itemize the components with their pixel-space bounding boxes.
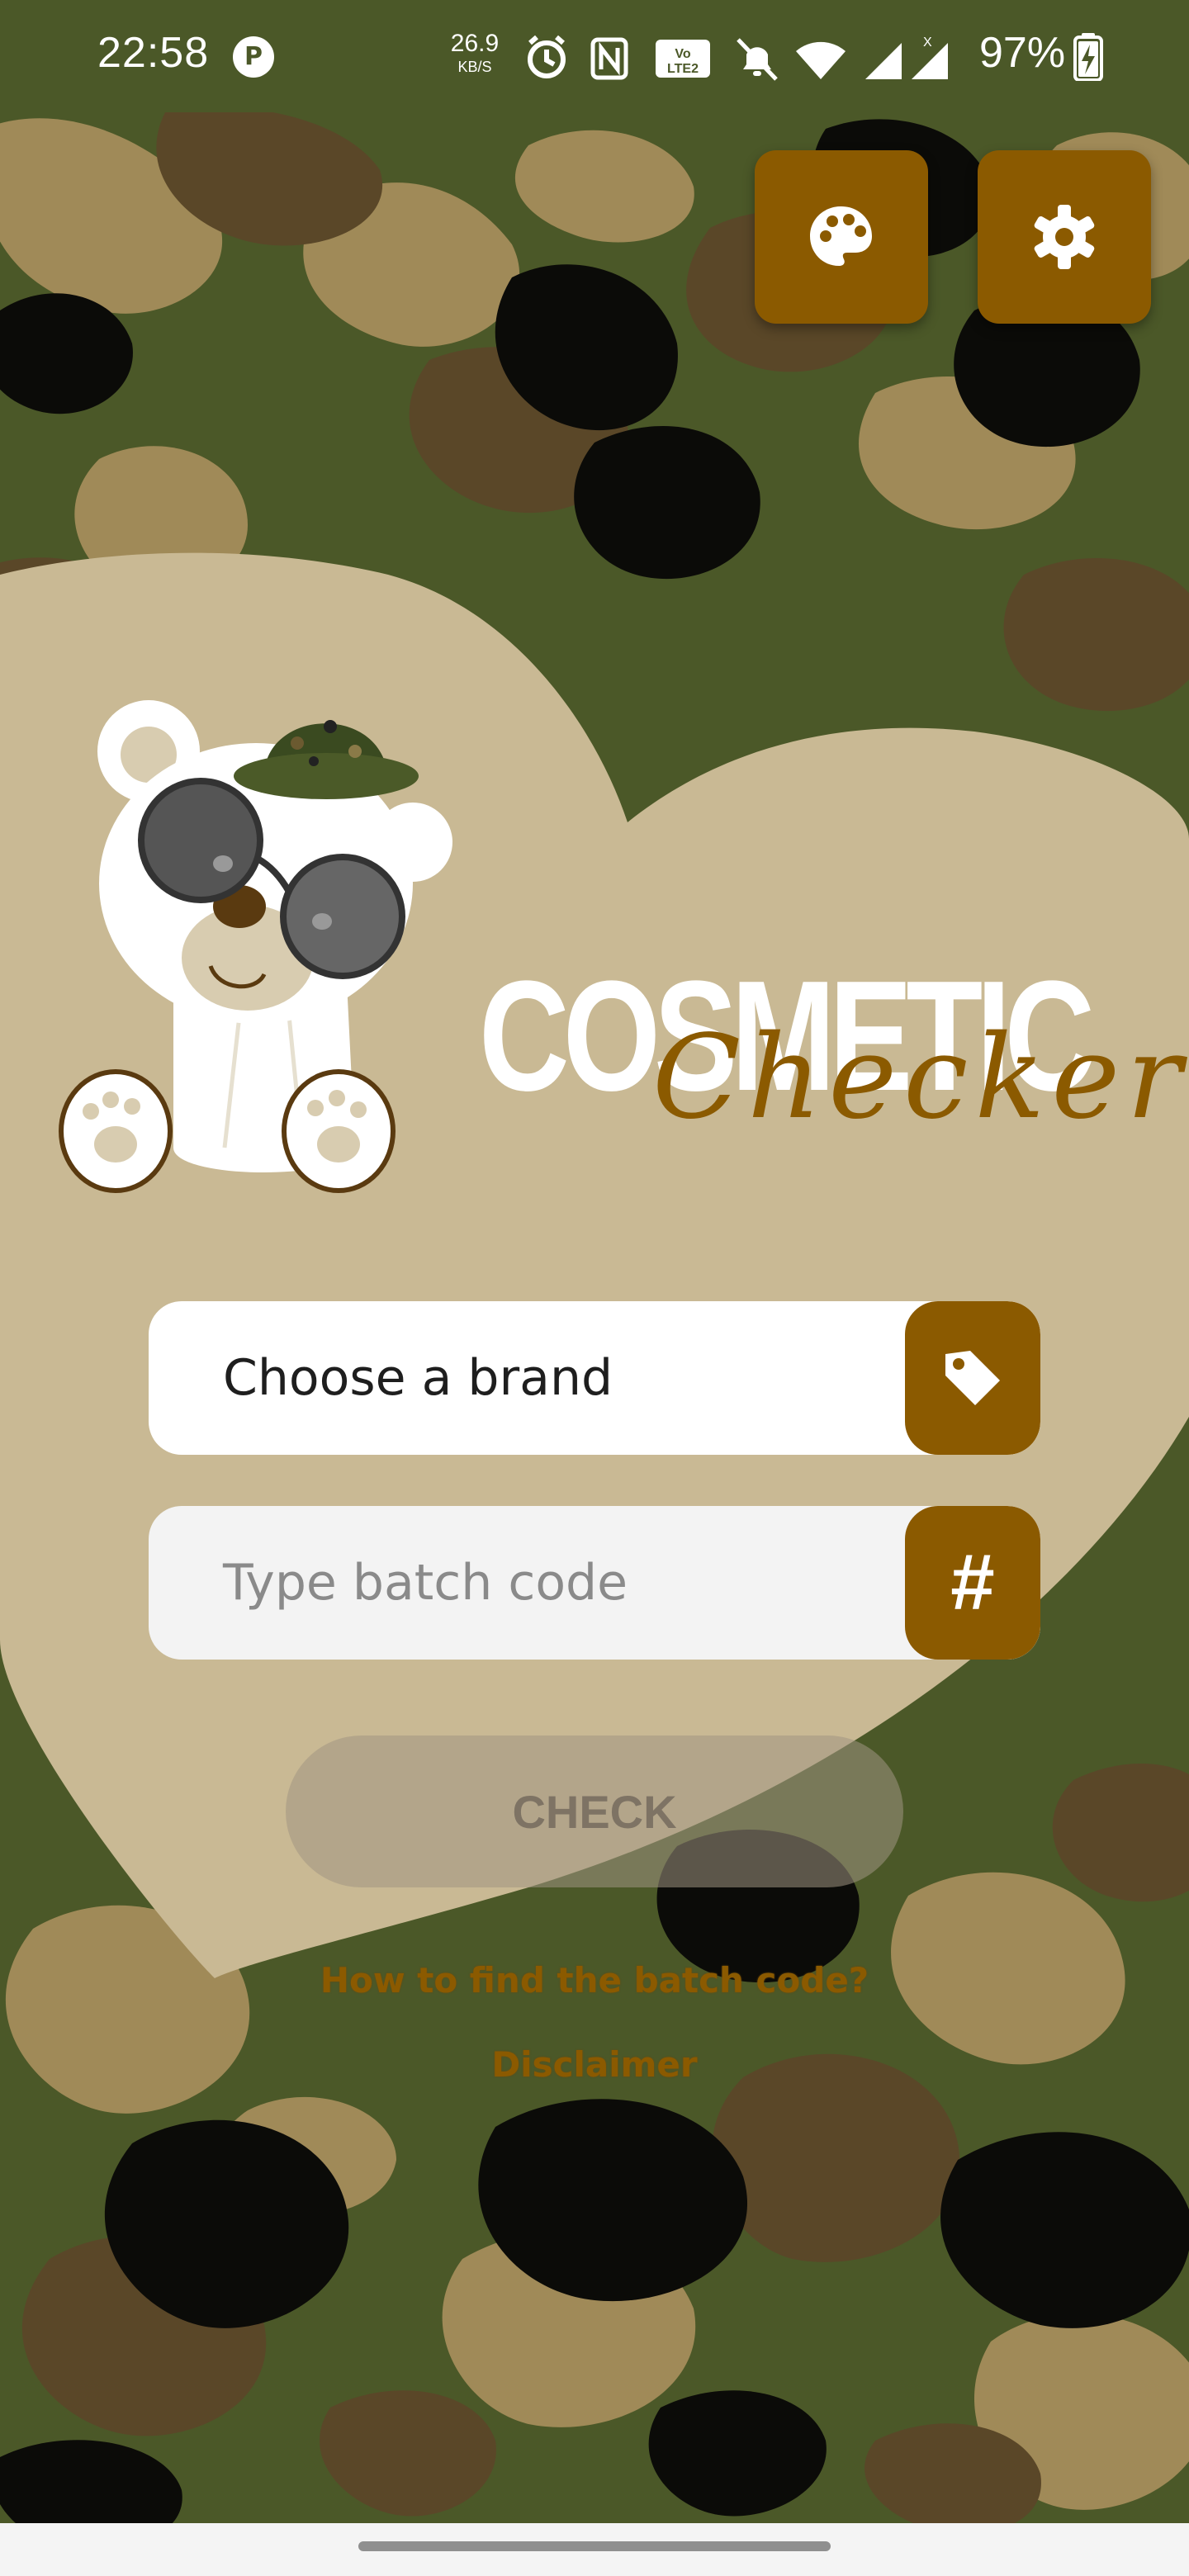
network-speed: 26.9 KB/S (446, 30, 504, 75)
svg-text:LTE2: LTE2 (667, 62, 699, 76)
navigation-bar (0, 2523, 1189, 2576)
brand-selector[interactable]: Choose a brand (149, 1301, 1040, 1455)
brand-tag-button[interactable] (905, 1301, 1040, 1455)
gesture-handle[interactable] (358, 2541, 831, 2551)
signal-x-icon: X (912, 36, 948, 79)
how-to-find-batch-code-link[interactable]: How to find the batch code? (0, 1960, 1189, 2001)
logo-word-checker: Checker (652, 1011, 1189, 1145)
app-logo: COSMETIC Checker (479, 941, 1182, 1156)
theme-palette-button[interactable] (755, 150, 928, 324)
svg-text:X: X (923, 36, 932, 50)
gear-icon (1034, 205, 1095, 269)
battery-charging-icon (1073, 33, 1103, 81)
brand-selector-label: Choose a brand (223, 1349, 613, 1407)
alarm-icon (528, 35, 566, 78)
nfc-icon (590, 37, 628, 80)
battery-percent: 97% (979, 29, 1066, 77)
batch-code-button[interactable]: # (905, 1506, 1040, 1660)
volte-icon: Vo LTE2 (656, 40, 710, 78)
mute-icon (737, 38, 778, 81)
disclaimer-link[interactable]: Disclaimer (0, 2044, 1189, 2085)
status-bar: 22:58 P 26.9 KB/S Vo LTE2 X 97% (0, 0, 1189, 112)
tag-icon (945, 1351, 1000, 1405)
network-speed-unit: KB/S (457, 59, 492, 75)
notification-p-icon: P (233, 36, 274, 78)
network-speed-value: 26.9 (450, 30, 500, 57)
signal-icon (865, 43, 902, 79)
status-time: 22:58 (97, 29, 210, 77)
batch-code-placeholder[interactable]: Type batch code (149, 1554, 905, 1612)
svg-text:Vo: Vo (675, 47, 690, 61)
status-icons: Vo LTE2 X (528, 35, 948, 81)
check-button[interactable]: CHECK (286, 1735, 903, 1887)
wifi-icon (796, 41, 846, 79)
palette-icon (810, 206, 872, 266)
bear-mascot (59, 700, 452, 1193)
hash-icon: # (950, 1538, 995, 1627)
batch-code-field[interactable]: Type batch code # (149, 1506, 1040, 1660)
settings-button[interactable] (978, 150, 1151, 324)
